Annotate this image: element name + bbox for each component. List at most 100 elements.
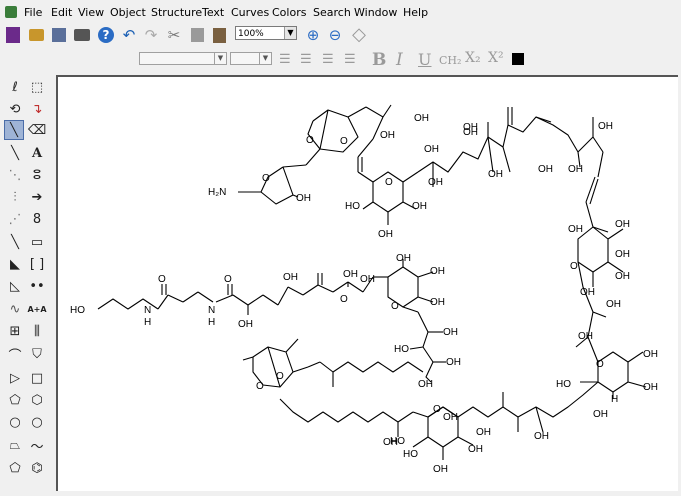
benzene-icon: ⌬ [31,460,43,476]
formula-button[interactable]: CH₂ [439,54,461,67]
menu-view[interactable]: View [78,6,104,19]
chain-ring-tool[interactable]: ⌒ [6,345,24,364]
h2n-label: H₂N [208,187,226,198]
superscript-button[interactable]: X² [488,50,504,66]
menu-text[interactable]: Text [202,6,224,19]
oh-label: OH [593,409,608,420]
oh-label: OH [378,229,393,240]
chain-tool[interactable]: ⵓ [28,166,46,184]
bracket-tool[interactable]: [ ] [28,255,46,273]
italic-button[interactable]: I [396,50,403,70]
tlc-tool[interactable]: ⫼ [28,322,46,340]
orbital-tool[interactable]: 8 [28,210,46,228]
justify-button[interactable]: ☰ [344,52,356,67]
oh-label: OH [534,431,549,442]
solid-bond-tool[interactable]: ╲ [6,144,24,162]
menu-window[interactable]: Window [354,6,397,19]
oh-label: OH [343,269,358,280]
rectangle-icon: ▭ [30,234,44,250]
font-select[interactable]: ▼ [139,52,227,65]
solid-bond-tool-selected[interactable]: ╲ [4,120,24,140]
hexagon-tool[interactable]: ⬡ [28,391,46,409]
zoom-out-icon: ⊖ [328,26,342,44]
mapping-tool[interactable]: A+A [27,300,46,318]
oh-label: OH [615,249,630,260]
o-label: O [391,301,399,312]
triangle-tool[interactable]: ▷ [6,369,24,387]
bond-arrow-icon: ↴ [31,101,43,117]
wavy-bond-tool[interactable]: ∿ [6,300,24,318]
eraser-tool[interactable]: ⌫ [28,121,46,139]
table-tool[interactable]: ⊞ [6,322,24,340]
drawing-canvas[interactable]: OH O O OH O OH H₂N O HO OH OH OH OH OH O… [56,75,678,491]
benzene-tool[interactable]: ⌬ [28,459,46,477]
oh-label: OH [598,121,613,132]
wedge-bond-tool[interactable]: ◣ [6,255,24,273]
menu-colors[interactable]: Colors [272,6,306,19]
bold-button[interactable]: B [372,50,386,70]
align-center-button[interactable]: ☰ [300,52,312,67]
zoom-in-button[interactable]: ⊕ [304,26,322,44]
bold-bond-tool[interactable]: ╲ [6,233,24,251]
subscript-button[interactable]: X₂ [465,50,481,66]
chevron-down-icon: ▼ [284,27,296,39]
wavy-bond-icon: ∿ [9,301,21,317]
oh-label: OH [433,464,448,475]
structure-perspective-tool[interactable]: ↴ [28,100,46,118]
pentagon-tool[interactable]: ⬠ [6,391,24,409]
menu-curves[interactable]: Curves [231,6,269,19]
menu-structure[interactable]: Structure [151,6,202,19]
cut-button[interactable]: ✂ [165,26,183,44]
circle2-tool[interactable]: ○ [28,413,46,431]
hollow-wedge-tool[interactable]: ◺ [6,277,24,295]
square-tool[interactable]: □ [28,369,46,387]
show-clean-button[interactable]: ◇ [350,26,368,44]
help-button[interactable]: ? [97,26,115,44]
chain-tool-icon: ⌒ [8,348,22,364]
new-document-icon [6,27,20,43]
dashed-bond-tool[interactable]: ⋱ [6,166,24,184]
stamp-tool[interactable]: ⛉ [28,345,46,363]
cyclooctane-tool[interactable]: 〜 [28,436,46,455]
h-label: H [208,317,215,328]
cycloheptane-tool[interactable]: ⏢ [6,436,24,454]
chevron-down-icon: ▼ [259,53,271,64]
undo-button[interactable]: ↶ [120,26,138,44]
copy-button[interactable] [188,26,206,44]
chevron-down-icon: ▼ [214,53,226,64]
paste-button[interactable] [210,26,228,44]
ho-label: HO [403,449,418,460]
rectangle-tool[interactable]: ▭ [28,233,46,251]
oh-label: OH [606,299,621,310]
new-document-button[interactable] [4,26,22,44]
underline-button[interactable]: U [418,50,431,69]
text-tool[interactable]: A [28,144,46,162]
align-left-button[interactable]: ☰ [279,52,291,67]
circle-tool[interactable]: ○ [6,413,24,431]
lasso-tool[interactable]: ℓ [6,78,24,96]
zoom-out-button[interactable]: ⊖ [326,26,344,44]
rotate-tool[interactable]: ⟲ [6,100,24,118]
menu-help[interactable]: Help [403,6,428,19]
arrow-tool[interactable]: ➔ [28,188,46,206]
menu-edit[interactable]: Edit [51,6,72,19]
menu-search[interactable]: Search [313,6,351,19]
zoom-select[interactable]: 100% ▼ [235,26,297,40]
marquee-tool[interactable]: ⬚ [28,78,46,96]
save-button[interactable] [50,26,68,44]
copy-icon [190,28,204,42]
align-right-button[interactable]: ☰ [322,52,334,67]
font-size-select[interactable]: ▼ [230,52,272,65]
menu-object[interactable]: Object [110,6,146,19]
hashed-bond-tool[interactable]: ⫶ [6,188,24,206]
color-swatch[interactable] [512,53,524,65]
redo-button[interactable]: ↷ [142,26,160,44]
save-icon [52,28,66,42]
charge-tool[interactable]: •• [28,277,46,295]
print-button[interactable] [73,26,91,44]
oh-label: OH [580,287,595,298]
open-button[interactable] [27,26,45,44]
hashed-wedge-tool[interactable]: ⋰ [6,210,24,228]
menu-file[interactable]: File [24,6,42,19]
cyclopentadiene-tool[interactable]: ⬠ [6,459,24,477]
